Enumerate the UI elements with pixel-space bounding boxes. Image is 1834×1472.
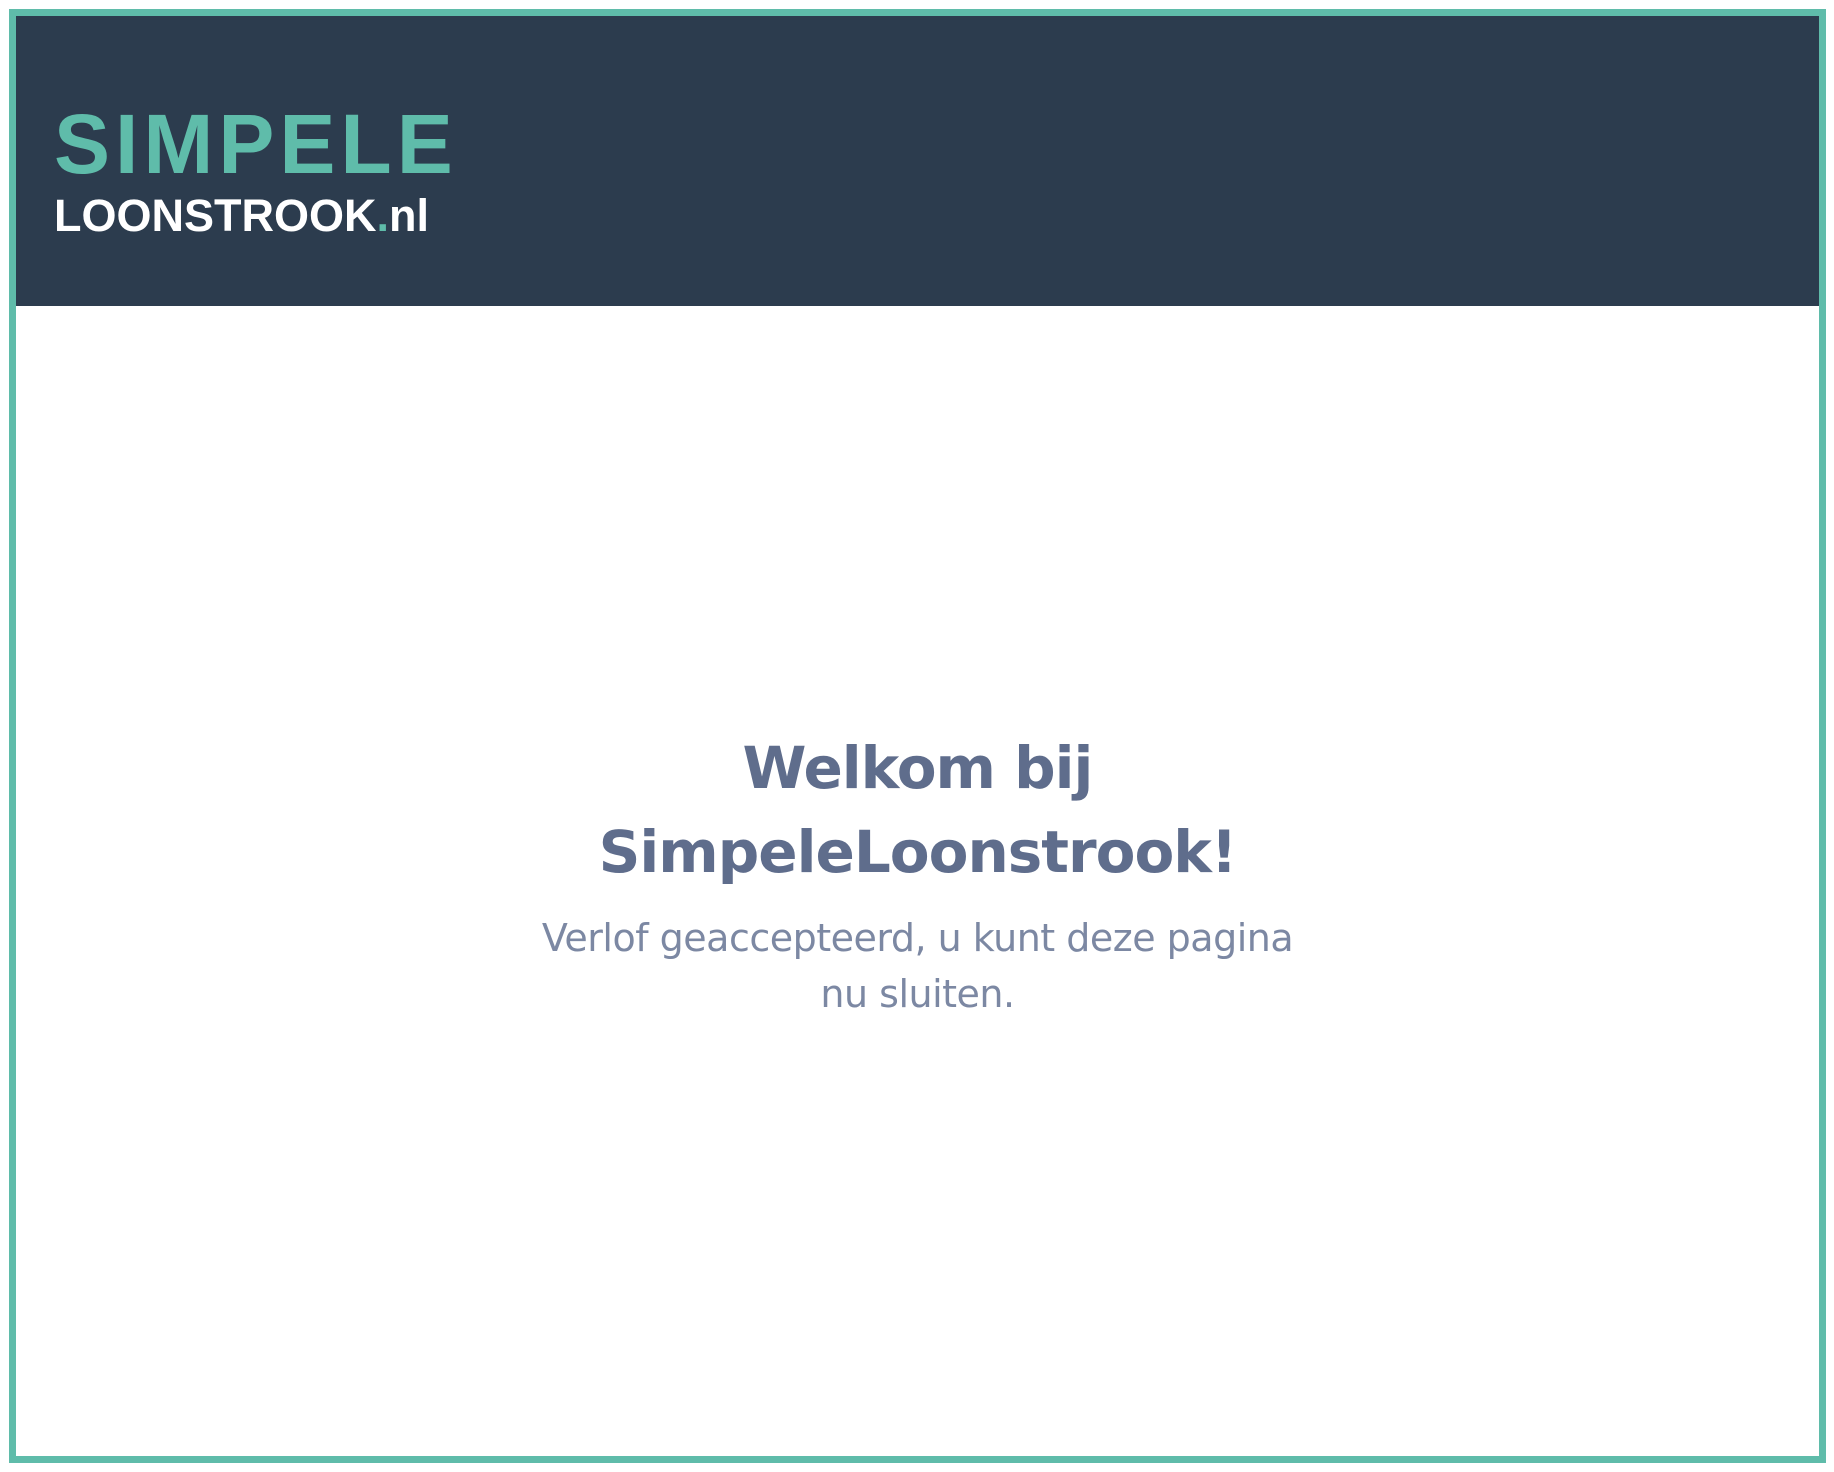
logo-line-simpele: SIMPELE [54, 97, 458, 191]
main-content: Welkom bij SimpeleLoonstrook! Verlof gea… [16, 306, 1819, 1456]
brand-logo: SIMPELE LOONSTROOK.nl [54, 102, 458, 238]
welcome-heading: Welkom bij SimpeleLoonstrook! [598, 734, 1238, 886]
logo-tld: nl [389, 190, 430, 241]
logo-line-loonstrook: LOONSTROOK.nl [54, 193, 458, 238]
logo-wordmark: LOONSTROOK [54, 190, 377, 241]
confirmation-message: Welkom bij SimpeleLoonstrook! Verlof gea… [518, 726, 1318, 1022]
page-frame: SIMPELE LOONSTROOK.nl Welkom bij Simpele… [9, 9, 1826, 1463]
confirmation-text: Verlof geaccepteerd, u kunt deze pagina … [541, 916, 1294, 1016]
logo-dot: . [376, 190, 390, 241]
header-bar: SIMPELE LOONSTROOK.nl [16, 16, 1819, 306]
